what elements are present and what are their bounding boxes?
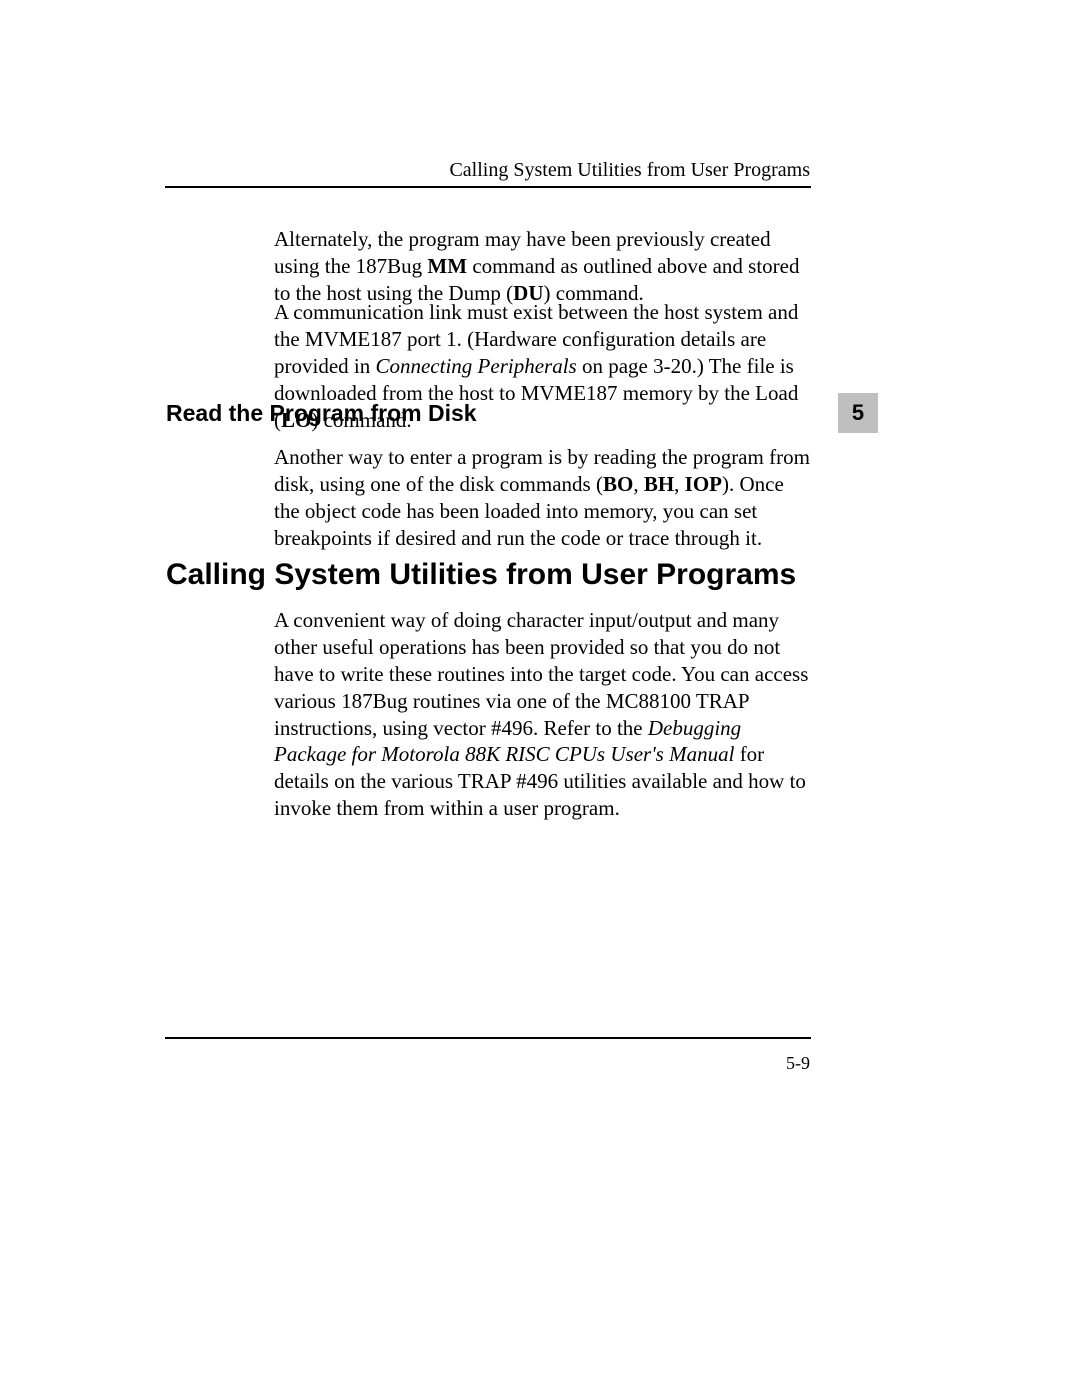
bold-bo: BO — [603, 472, 633, 496]
text: , — [633, 472, 644, 496]
text: , — [674, 472, 685, 496]
header-rule — [165, 186, 811, 188]
italic-connecting-peripherals: Connecting Peripherals — [375, 354, 576, 378]
bold-iop: IOP — [685, 472, 722, 496]
page-number: 5-9 — [786, 1052, 810, 1075]
paragraph-trap-utilities: A convenient way of doing character inpu… — [274, 607, 814, 822]
heading-calling-system-utilities: Calling System Utilities from User Progr… — [166, 557, 812, 593]
running-header: Calling System Utilities from User Progr… — [449, 158, 810, 184]
footer-rule — [165, 1037, 811, 1039]
bold-bh: BH — [644, 472, 674, 496]
bold-mm: MM — [427, 254, 467, 278]
paragraph-disk-commands: Another way to enter a program is by rea… — [274, 444, 814, 552]
heading-read-program-from-disk: Read the Program from Disk — [166, 399, 812, 428]
page: Calling System Utilities from User Progr… — [0, 0, 1080, 1397]
paragraph-mm-du: Alternately, the program may have been p… — [274, 226, 814, 307]
chapter-tab: 5 — [838, 393, 878, 433]
